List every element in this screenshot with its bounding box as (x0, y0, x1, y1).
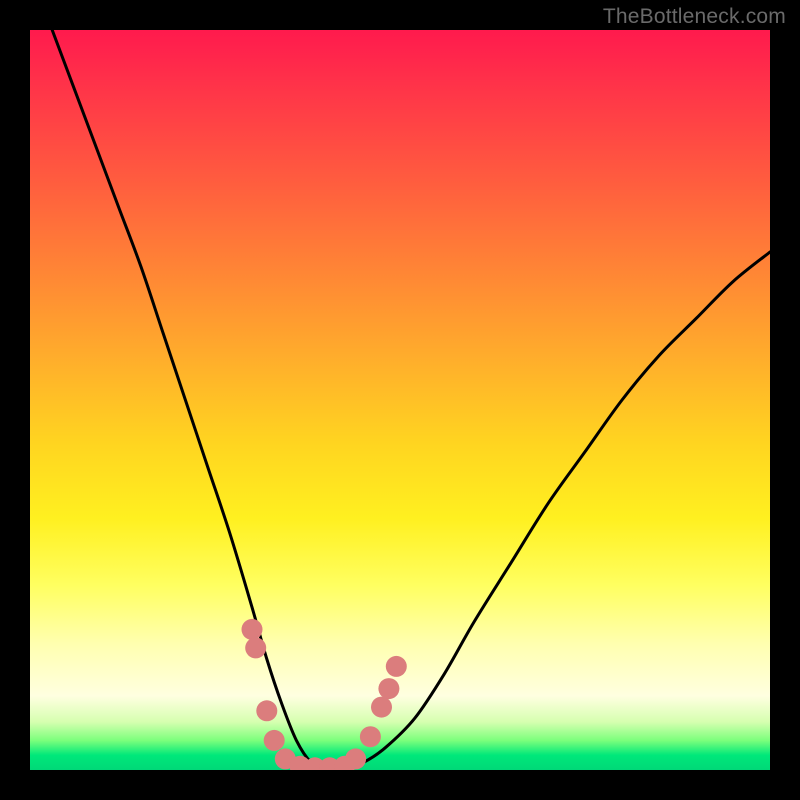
marker-point (360, 726, 381, 747)
marker-point (345, 748, 366, 769)
marker-point (256, 700, 277, 721)
series-curve (52, 30, 770, 770)
frame: TheBottleneck.com (0, 0, 800, 800)
marker-point (264, 730, 285, 751)
marker-point (245, 637, 266, 658)
series-layer (52, 30, 770, 770)
marker-point (386, 656, 407, 677)
marker-point (242, 619, 263, 640)
marker-point (378, 678, 399, 699)
marker-layer (242, 619, 407, 770)
chart-svg (30, 30, 770, 770)
watermark: TheBottleneck.com (603, 5, 786, 29)
plot-area (30, 30, 770, 770)
marker-point (371, 697, 392, 718)
